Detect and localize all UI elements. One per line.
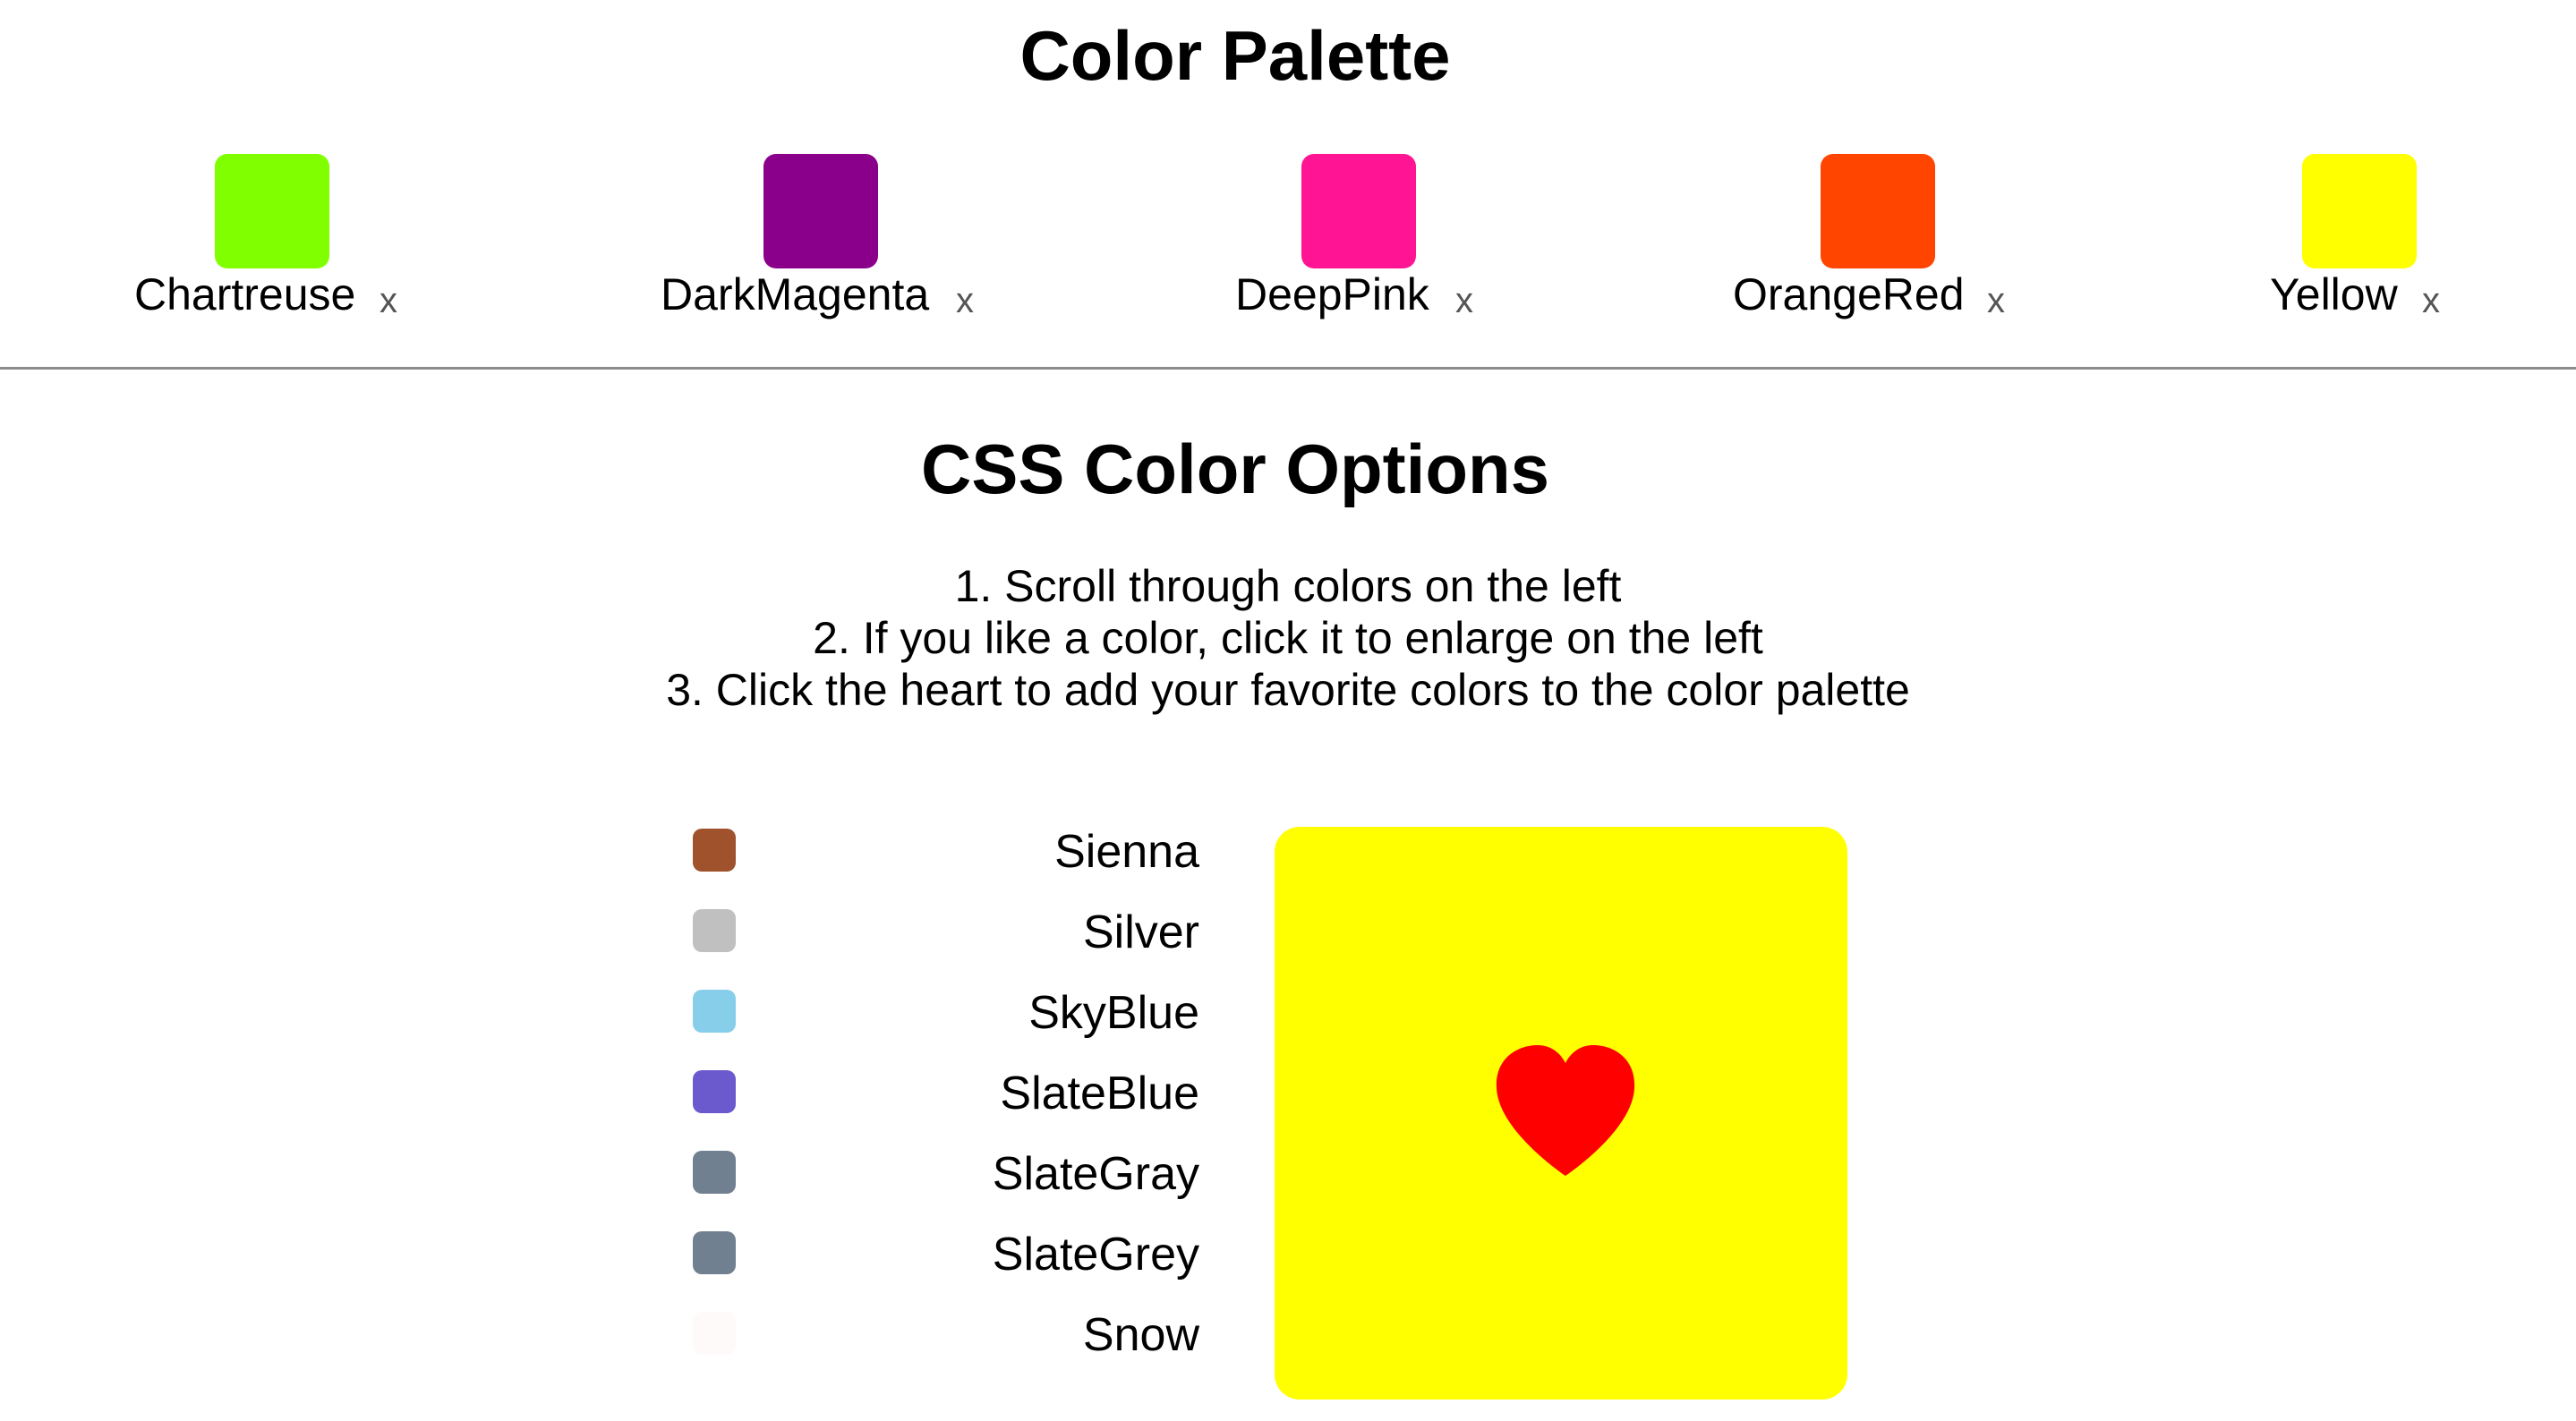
- palette-label: OrangeRed: [1733, 269, 1965, 319]
- color-option-slategrey[interactable]: SlateGrey: [680, 1226, 1199, 1306]
- color-option-sienna[interactable]: Sienna: [680, 823, 1199, 904]
- palette-list: Chartreuse x DarkMagenta x DeepPink x Or…: [0, 152, 2576, 331]
- palette-swatch: [2302, 154, 2417, 268]
- option-swatch[interactable]: [693, 909, 736, 952]
- instructions: 1. Scroll through colors on the left 2. …: [0, 560, 2576, 716]
- option-swatch[interactable]: [693, 1070, 736, 1113]
- instruction-line: 3. Click the heart to add your favorite …: [666, 665, 1910, 715]
- palette-swatch: [763, 154, 878, 268]
- palette-label: DarkMagenta: [661, 269, 930, 319]
- palette-item-chartreuse: Chartreuse x: [134, 152, 456, 331]
- remove-icon[interactable]: x: [380, 274, 397, 328]
- color-option-slateblue[interactable]: SlateBlue: [680, 1065, 1199, 1145]
- remove-icon[interactable]: x: [2422, 274, 2440, 328]
- page: Color Palette Chartreuse x DarkMagenta x…: [0, 0, 2576, 1421]
- palette-swatch: [215, 154, 329, 268]
- divider: [0, 367, 2576, 370]
- color-option-snow[interactable]: Snow: [680, 1306, 1199, 1387]
- option-swatch[interactable]: [693, 1312, 736, 1355]
- option-swatch[interactable]: [693, 829, 736, 872]
- instruction-line: 2. If you like a color, click it to enla…: [813, 613, 1763, 663]
- option-label[interactable]: Snow: [1083, 1306, 1199, 1364]
- options-title: CSS Color Options: [921, 430, 1549, 508]
- palette-label: Yellow: [2270, 269, 2398, 319]
- option-label[interactable]: SkyBlue: [1028, 984, 1199, 1042]
- instruction-line: 1. Scroll through colors on the left: [954, 561, 1622, 611]
- palette-item-yellow: Yellow x: [2270, 152, 2576, 331]
- heart-icon[interactable]: [1489, 1042, 1642, 1185]
- option-label[interactable]: SlateBlue: [1000, 1065, 1199, 1122]
- color-option-slategray[interactable]: SlateGray: [680, 1145, 1199, 1226]
- palette-label: Chartreuse: [134, 269, 356, 319]
- palette-title: Color Palette: [1019, 16, 1451, 95]
- option-label[interactable]: SlateGrey: [993, 1226, 1199, 1283]
- palette-swatch: [1821, 154, 1935, 268]
- color-options-list[interactable]: Sienna Silver SkyBlue SlateBlue SlateGra…: [680, 823, 1217, 1414]
- heart-shape[interactable]: [1496, 1045, 1635, 1176]
- option-label[interactable]: Silver: [1083, 904, 1199, 961]
- palette-item-orangered: OrangeRed x: [1733, 152, 2055, 331]
- remove-icon[interactable]: x: [956, 274, 974, 328]
- option-swatch[interactable]: [693, 990, 736, 1033]
- color-option-skyblue[interactable]: SkyBlue: [680, 984, 1199, 1065]
- option-label[interactable]: Sienna: [1054, 823, 1199, 881]
- palette-swatch: [1301, 154, 1416, 268]
- palette-item-darkmagenta: DarkMagenta x: [661, 152, 983, 331]
- option-label[interactable]: SlateGray: [993, 1145, 1199, 1203]
- palette-item-deeppink: DeepPink x: [1235, 152, 1557, 331]
- option-swatch[interactable]: [693, 1231, 736, 1274]
- palette-label: DeepPink: [1235, 269, 1429, 319]
- option-swatch[interactable]: [693, 1151, 736, 1194]
- remove-icon[interactable]: x: [1987, 274, 2005, 328]
- remove-icon[interactable]: x: [1455, 274, 1473, 328]
- color-preview: [1275, 827, 1847, 1400]
- color-option-silver[interactable]: Silver: [680, 904, 1199, 984]
